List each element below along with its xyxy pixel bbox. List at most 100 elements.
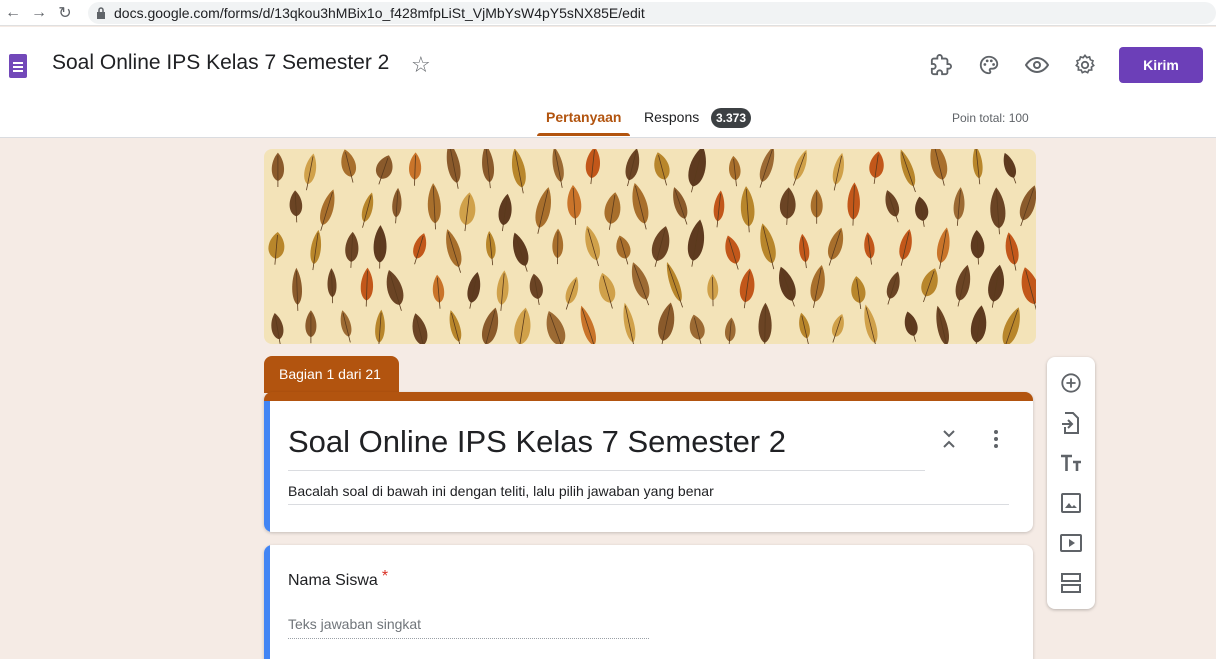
leaf-decoration [446,149,461,189]
more-options-icon[interactable] [991,429,1001,449]
leaf-decoration [707,274,719,307]
leaf-decoration [432,274,445,309]
title-underline [288,470,925,471]
leaf-decoration [512,232,529,272]
leaf-decoration [810,264,825,308]
leaf-decoration [514,307,531,344]
back-arrow-icon[interactable]: ← [0,0,26,26]
leaf-decoration [799,233,810,269]
add-section-icon[interactable] [1059,571,1083,595]
description-underline [288,504,1009,505]
leaf-decoration [760,223,776,270]
leaf-decoration [936,305,949,344]
leaf-decoration [413,233,427,265]
reload-icon[interactable]: ↻ [52,0,78,26]
form-title-card[interactable]: Soal Online IPS Kelas 7 Semester 2 Bacal… [264,392,1033,532]
leaf-decoration [412,313,428,344]
leaf-decoration [759,149,775,188]
leaf-decoration [930,149,948,186]
leaf-decoration [616,235,631,265]
leaf-decoration [689,314,705,344]
leaf-decoration [864,232,875,265]
add-video-icon[interactable] [1059,531,1083,555]
leaf-decoration [271,312,284,344]
leaf-decoration [271,152,285,187]
form-description[interactable]: Bacalah soal di bawah ini dengan teliti,… [288,483,714,499]
leaf-decoration [990,187,1006,235]
leaf-decoration [988,264,1005,308]
leaf-decoration [585,149,600,185]
leaf-decoration [921,268,938,303]
leaf-decoration [725,235,741,270]
document-title[interactable]: Soal Online IPS Kelas 7 Semester 2 [52,51,389,75]
leaf-decoration [604,192,621,230]
leaf-decoration [810,189,823,224]
floating-toolbar [1047,357,1095,609]
leaf-decoration [851,276,866,310]
answer-underline [288,638,649,639]
question-title: Nama Siswa [288,572,378,589]
star-icon[interactable]: ☆ [411,52,431,78]
leaf-decoration [779,266,796,307]
leaf-decoration [799,312,810,344]
leaf-decoration [793,149,807,186]
leaf-decoration [899,229,912,266]
address-bar[interactable]: docs.google.com/forms/d/13qkou3hMBix1o_f… [88,1,1216,24]
leaf-decoration [740,186,755,233]
leaf-decoration [486,230,496,266]
leaf-decoration [953,187,965,226]
leaf-decoration [459,192,476,232]
app-header: Soal Online IPS Kelas 7 Semester 2 ☆ Kir… [0,27,1216,138]
leaf-decoration [828,227,844,266]
add-image-icon[interactable] [1059,491,1083,515]
leaf-decoration [320,189,335,231]
addon-icon[interactable] [927,51,955,79]
add-title-icon[interactable] [1059,451,1083,475]
form-title[interactable]: Soal Online IPS Kelas 7 Semester 2 [288,424,786,460]
leaf-decoration [673,187,688,225]
settings-icon[interactable] [1071,51,1099,79]
leaf-decoration [552,228,564,265]
leaf-decoration [658,302,675,344]
responses-count-badge: 3.373 [711,108,752,128]
leaf-decoration [623,302,636,344]
import-questions-icon[interactable] [1059,411,1083,435]
lock-icon [97,6,105,19]
leaf-decoration [327,268,337,304]
short-answer-placeholder: Teks jawaban singkat [288,616,422,632]
leaf-decoration [498,193,512,232]
leaf-decoration [900,149,916,193]
forward-arrow-icon[interactable]: → [26,0,52,26]
leaf-decoration [886,271,900,305]
leaf-decoration [373,225,387,269]
leaf-decoration [567,184,582,225]
leaf-decoration [341,149,357,183]
leaf-decoration [496,270,509,311]
leaf-decoration [654,152,670,186]
tab-responses[interactable]: Respons [644,109,699,125]
leaf-decoration [970,305,987,344]
question-card[interactable]: Nama Siswa * Teks jawaban singkat [264,545,1033,659]
leaf-decoration [688,149,706,193]
leaf-decoration [936,227,950,269]
add-question-icon[interactable] [1059,371,1083,395]
leaf-decoration [1005,232,1019,271]
send-button[interactable]: Kirim [1119,47,1203,83]
leaf-decoration [832,152,844,191]
url-text: docs.google.com/forms/d/13qkou3hMBix1o_f… [114,4,645,21]
google-forms-logo-icon[interactable] [9,54,27,78]
leaf-decoration [869,151,884,184]
leaf-decoration [847,182,860,226]
leaf-decoration [631,262,650,306]
collapse-section-icon[interactable] [941,429,957,449]
leaf-decoration [427,183,441,230]
leaf-decoration [409,152,422,186]
leaf-decoration [529,273,543,305]
leaf-decoration [651,226,670,267]
preview-icon[interactable] [1023,51,1051,79]
leaf-decoration [625,149,640,187]
tab-questions[interactable]: Pertanyaan [546,109,621,125]
palette-icon[interactable] [975,51,1003,79]
leaf-decoration [268,231,285,265]
question-label[interactable]: Nama Siswa * [288,568,388,590]
